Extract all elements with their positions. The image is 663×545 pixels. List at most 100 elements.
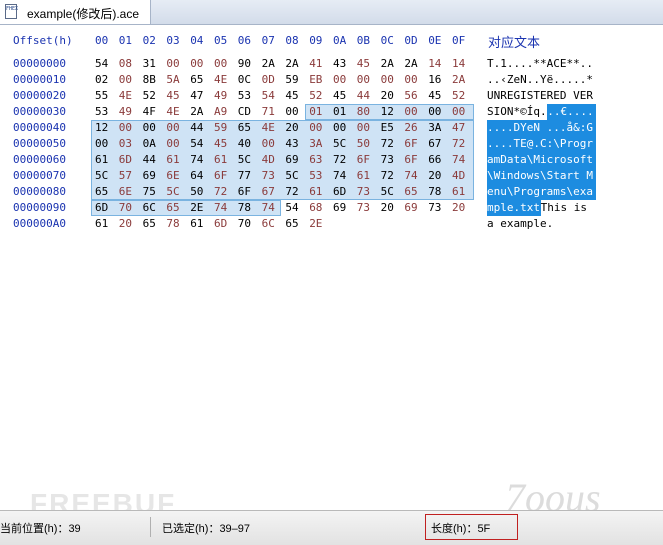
hex-byte[interactable]: 6F [238, 184, 256, 200]
text-column-cell[interactable]: This is [541, 200, 594, 216]
hex-byte[interactable]: 20 [452, 200, 470, 216]
hex-byte[interactable]: 2A [452, 72, 470, 88]
hex-byte[interactable]: 49 [119, 104, 137, 120]
hex-byte[interactable]: EB [309, 72, 327, 88]
hex-byte[interactable]: 72 [214, 184, 232, 200]
hex-byte[interactable]: 44 [357, 88, 375, 104]
hex-byte[interactable]: 43 [285, 136, 303, 152]
text-column-cell[interactable]: SION*©Íq. [487, 104, 547, 120]
hex-byte[interactable]: 70 [119, 200, 137, 216]
text-column-cell[interactable]: enu\Programs\exa [487, 184, 593, 200]
hex-byte[interactable]: 69 [143, 168, 161, 184]
hex-byte[interactable]: 00 [143, 120, 161, 136]
hex-byte[interactable]: 31 [143, 56, 161, 72]
hex-byte[interactable]: 54 [262, 88, 280, 104]
hex-byte[interactable]: A9 [214, 104, 232, 120]
hex-byte[interactable]: 5C [381, 184, 399, 200]
hex-byte[interactable]: 5C [333, 136, 351, 152]
hex-byte[interactable]: 14 [428, 56, 446, 72]
hex-byte[interactable]: 67 [262, 184, 280, 200]
hex-byte[interactable]: 00 [119, 120, 137, 136]
hex-byte[interactable]: 6C [262, 216, 280, 232]
hex-byte[interactable]: 74 [190, 152, 208, 168]
hex-byte[interactable]: 64 [190, 168, 208, 184]
hex-byte[interactable]: 73 [381, 152, 399, 168]
text-column-cell[interactable]: ..€..... [547, 104, 600, 120]
hex-byte[interactable]: 44 [143, 152, 161, 168]
hex-byte[interactable]: 61 [309, 184, 327, 200]
hex-byte[interactable]: 6E [119, 184, 137, 200]
hex-byte[interactable]: 65 [143, 216, 161, 232]
hex-byte[interactable]: 08 [119, 56, 137, 72]
hex-byte[interactable]: 56 [404, 88, 422, 104]
text-column-cell[interactable]: amData\Microsoft [487, 152, 593, 168]
hex-byte[interactable]: 61 [214, 152, 232, 168]
hex-byte[interactable]: 6D [214, 216, 232, 232]
hex-byte[interactable]: 65 [404, 184, 422, 200]
hex-byte[interactable]: 65 [285, 216, 303, 232]
hex-byte[interactable]: 47 [452, 120, 470, 136]
hex-byte[interactable]: 00 [452, 104, 470, 120]
hex-byte[interactable]: 65 [190, 72, 208, 88]
hex-byte[interactable]: 67 [428, 136, 446, 152]
hex-byte[interactable]: 75 [143, 184, 161, 200]
hex-byte[interactable]: 00 [262, 136, 280, 152]
hex-byte[interactable]: 45 [333, 88, 351, 104]
text-column-cell[interactable]: UNREGISTERED VER [487, 88, 593, 104]
hex-byte[interactable]: 4F [143, 104, 161, 120]
hex-byte[interactable]: 00 [357, 72, 375, 88]
hex-byte[interactable]: 4E [119, 88, 137, 104]
hex-byte[interactable]: 45 [357, 56, 375, 72]
text-column-cell[interactable]: mple.txt [487, 200, 540, 216]
hex-byte[interactable]: 2A [262, 56, 280, 72]
hex-byte[interactable]: 14 [452, 56, 470, 72]
hex-byte[interactable]: 20 [428, 168, 446, 184]
hex-byte[interactable]: 2A [404, 56, 422, 72]
hex-byte[interactable]: 57 [119, 168, 137, 184]
hex-byte[interactable]: 6D [333, 184, 351, 200]
hex-byte[interactable]: 65 [238, 120, 256, 136]
hex-byte[interactable]: 80 [357, 104, 375, 120]
hex-byte[interactable]: 6F [404, 152, 422, 168]
hex-byte[interactable]: 66 [428, 152, 446, 168]
hex-byte[interactable]: 73 [428, 200, 446, 216]
hex-byte[interactable]: 69 [333, 200, 351, 216]
hex-byte[interactable]: 01 [309, 104, 327, 120]
hex-byte[interactable]: 00 [166, 56, 184, 72]
hex-byte[interactable]: 68 [309, 200, 327, 216]
hex-byte[interactable]: 4D [452, 168, 470, 184]
hex-byte[interactable]: 00 [166, 136, 184, 152]
hex-byte[interactable]: 2A [285, 56, 303, 72]
hex-byte[interactable]: 00 [285, 104, 303, 120]
hex-byte[interactable]: 44 [190, 120, 208, 136]
hex-byte[interactable]: CD [238, 104, 256, 120]
hex-byte[interactable]: 65 [95, 184, 113, 200]
hex-byte[interactable]: 45 [214, 136, 232, 152]
hex-byte[interactable]: 70 [238, 216, 256, 232]
hex-byte[interactable]: 8B [143, 72, 161, 88]
hex-byte[interactable]: 74 [333, 168, 351, 184]
hex-byte[interactable]: 0A [143, 136, 161, 152]
hex-byte[interactable]: 61 [357, 168, 375, 184]
hex-byte[interactable]: 02 [95, 72, 113, 88]
text-column-cell[interactable]: a example. [487, 216, 553, 232]
hex-byte[interactable]: 00 [119, 72, 137, 88]
hex-byte[interactable]: 49 [214, 88, 232, 104]
hex-byte[interactable]: 5A [166, 72, 184, 88]
hex-byte[interactable]: 20 [381, 88, 399, 104]
hex-byte[interactable]: 6F [357, 152, 375, 168]
hex-byte[interactable]: 01 [333, 104, 351, 120]
hex-byte[interactable]: 59 [285, 72, 303, 88]
hex-byte[interactable]: 65 [166, 200, 184, 216]
hex-byte[interactable]: 4E [166, 104, 184, 120]
hex-byte[interactable]: 73 [357, 184, 375, 200]
hex-byte[interactable]: 00 [214, 56, 232, 72]
hex-byte[interactable]: 40 [238, 136, 256, 152]
hex-byte[interactable]: 55 [95, 88, 113, 104]
hex-byte[interactable]: 78 [428, 184, 446, 200]
hex-byte[interactable]: 45 [428, 88, 446, 104]
hex-byte[interactable]: 2E [309, 216, 327, 232]
hex-byte[interactable]: 00 [404, 72, 422, 88]
hex-byte[interactable]: 20 [119, 216, 137, 232]
hex-byte[interactable]: 71 [262, 104, 280, 120]
